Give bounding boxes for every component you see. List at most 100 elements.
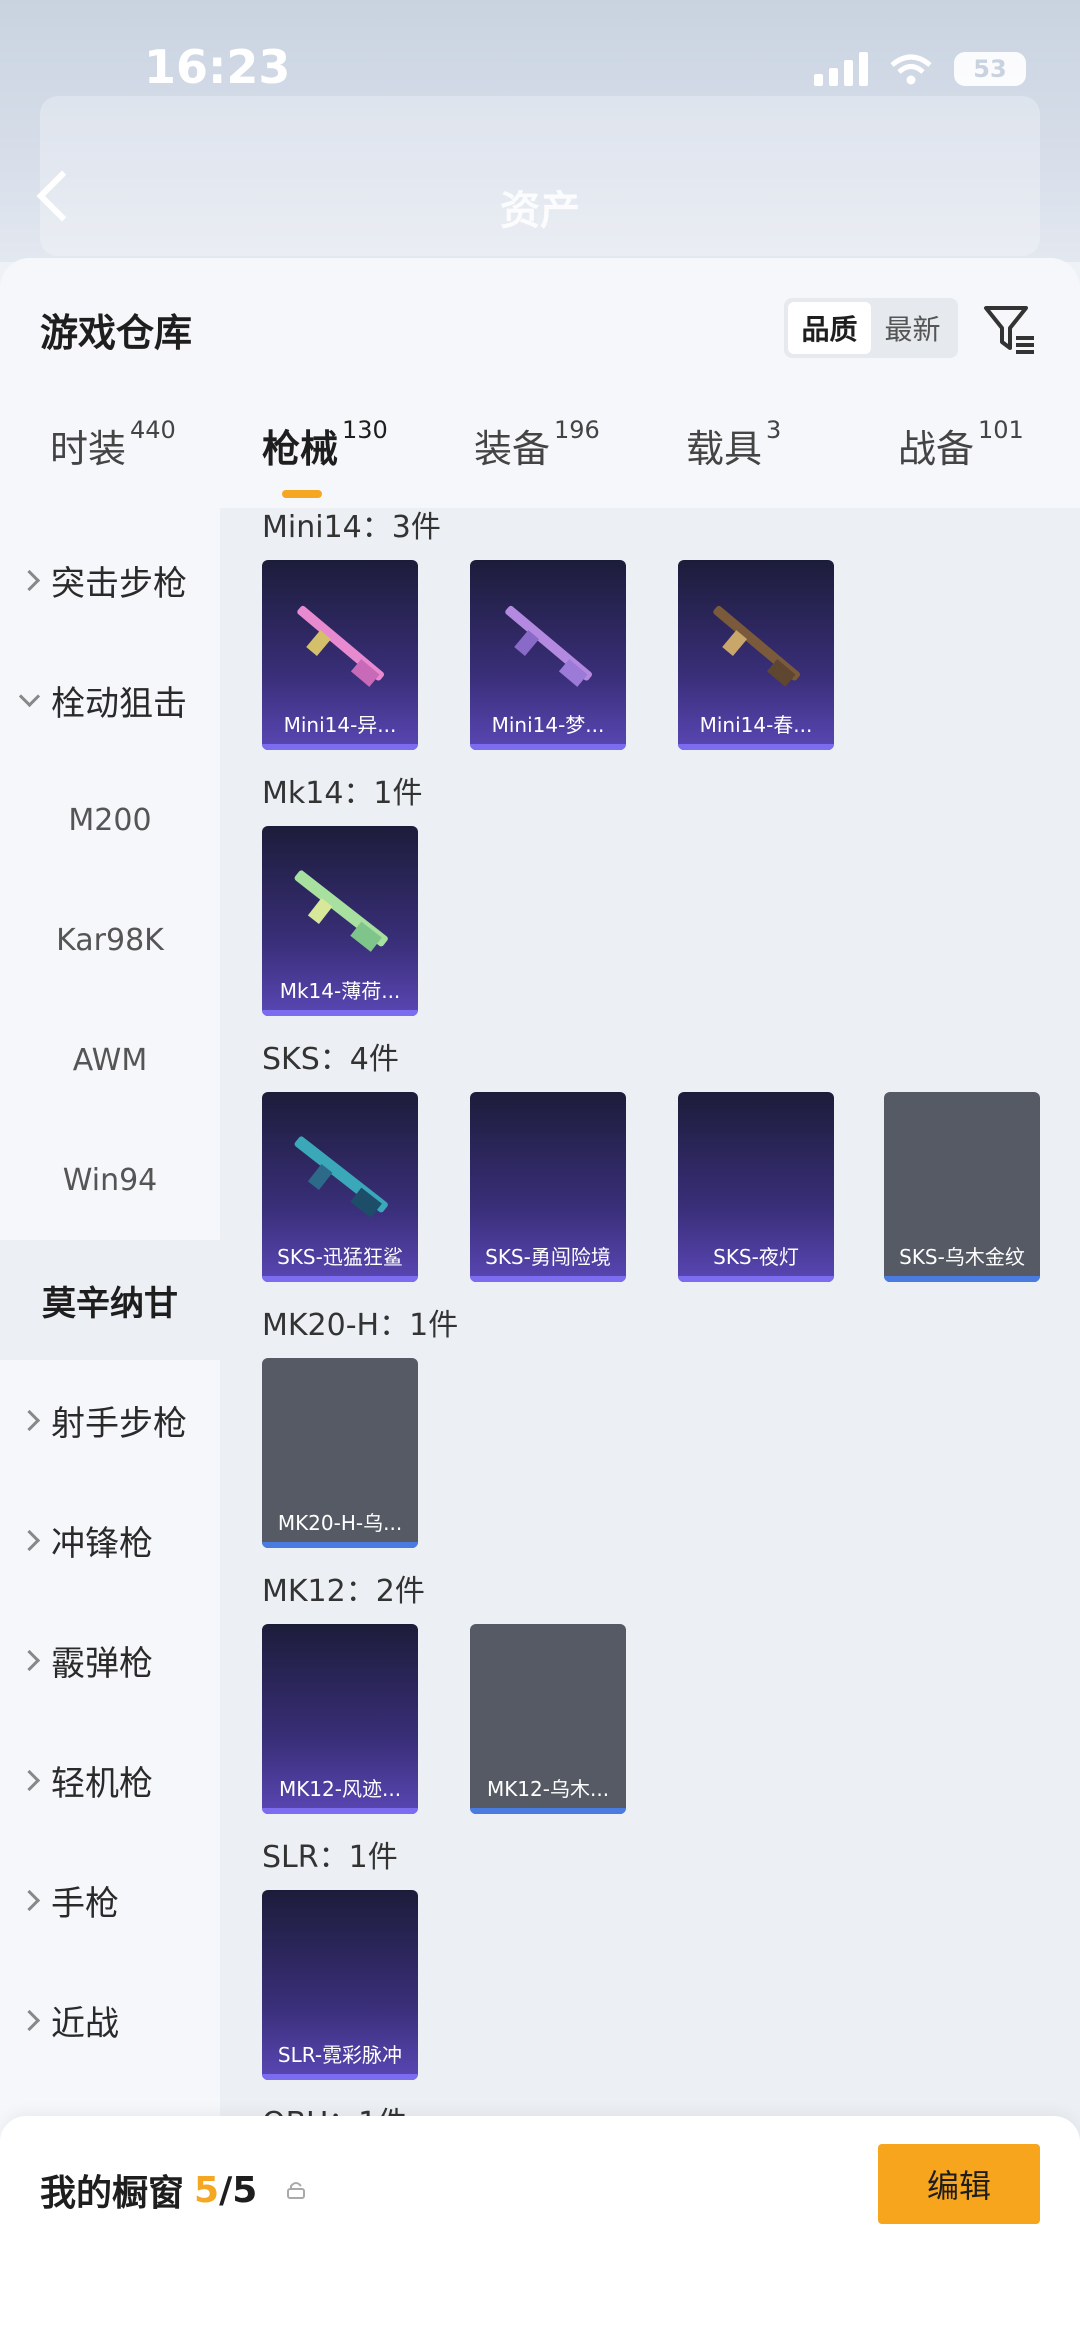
skin-card[interactable]: Mini14-梦... xyxy=(470,560,626,750)
skin-card[interactable]: MK12-风迹... xyxy=(262,1624,418,1814)
tab-vehicles[interactable]: 载具 3 xyxy=(686,416,782,508)
skin-name: SKS-勇闯险境 xyxy=(485,1245,611,1269)
sidebar-item-label: AWM xyxy=(72,1042,148,1078)
sidebar-item-bolt-sniper[interactable]: 栓动狙击 xyxy=(0,640,220,760)
sidebar-item-label: 冲锋枪 xyxy=(51,1523,153,1564)
skin-name: MK12-风迹... xyxy=(278,1777,402,1801)
showcase-current: 5 xyxy=(194,2169,220,2211)
skin-card[interactable]: MK20-H-乌... xyxy=(262,1358,418,1548)
page-title: 资产 xyxy=(500,188,580,234)
sidebar-subitem-mosin[interactable]: 莫辛纳甘 xyxy=(0,1240,220,1360)
sidebar-item-label: 射手步枪 xyxy=(51,1403,187,1444)
skin-card[interactable]: Mini14-春... xyxy=(678,560,834,750)
skin-card[interactable]: MK12-乌木... xyxy=(470,1624,626,1814)
skin-name: SLR-霓彩脉冲 xyxy=(277,2043,403,2067)
showcase-total: /5 xyxy=(219,2169,258,2211)
sort-segment: 品质 最新 xyxy=(784,298,958,358)
sheet-header: 游戏仓库 品质 最新 时装 440 枪械 130 装备 196 载具 3 战备 … xyxy=(0,258,1080,508)
sidebar-item-label: 莫辛纳甘 xyxy=(42,1283,178,1324)
sidebar-item-assault-rifle[interactable]: 突击步枪 xyxy=(0,520,220,640)
skin-name: SKS-夜灯 xyxy=(713,1245,799,1269)
tab-label: 战备 xyxy=(898,427,975,471)
skin-name: Mk14-薄荷... xyxy=(279,979,401,1003)
group-label: Mk14：1件 xyxy=(262,776,423,811)
skin-name: MK12-乌木... xyxy=(486,1777,610,1801)
chevron-right-icon xyxy=(18,1889,41,1911)
sidebar-subitem-win94[interactable]: Win94 xyxy=(0,1120,220,1240)
category-tabs: 时装 440 枪械 130 装备 196 载具 3 战备 101 xyxy=(0,416,1080,508)
skin-card[interactable]: SKS-乌木金纹 xyxy=(884,1092,1040,1282)
sidebar-item-label: 突击步枪 xyxy=(51,563,187,604)
warehouse-sheet: 游戏仓库 品质 最新 时装 440 枪械 130 装备 196 载具 3 战备 … xyxy=(0,258,1080,2341)
lock-icon xyxy=(287,2182,306,2199)
weapon-type-sidebar: 突击步枪 栓动狙击 M200 Kar98K AWM Win94 莫辛纳甘 射手步… xyxy=(0,508,220,2341)
sidebar-item-melee[interactable]: 近战 xyxy=(0,1960,220,2080)
status-icons: 53 xyxy=(814,52,1026,86)
sidebar-item-label: 近战 xyxy=(51,2003,119,2044)
skin-name: Mini14-梦... xyxy=(491,713,605,737)
sidebar-item-smg[interactable]: 冲锋枪 xyxy=(0,1480,220,1600)
sidebar-subitem-kar98k[interactable]: Kar98K xyxy=(0,880,220,1000)
sidebar-item-label: 手枪 xyxy=(51,1883,119,1924)
group-label: SLR：1件 xyxy=(262,1840,398,1875)
skin-card[interactable]: SLR-霓彩脉冲 xyxy=(262,1890,418,2080)
rifle-icon xyxy=(713,605,800,687)
tab-label: 载具 xyxy=(686,427,763,471)
chevron-down-icon xyxy=(18,685,41,707)
sidebar-subitem-m200[interactable]: M200 xyxy=(0,760,220,880)
active-tab-indicator xyxy=(282,490,322,498)
chevron-right-icon xyxy=(18,1649,41,1671)
sort-latest-button[interactable]: 最新 xyxy=(871,302,954,354)
tab-count: 130 xyxy=(342,416,388,444)
skin-list: Mini14：3件 Mini14-异... Mini14-梦... Mini14… xyxy=(220,508,1080,2341)
sidebar-item-pistol[interactable]: 手枪 xyxy=(0,1840,220,1960)
chevron-right-icon xyxy=(18,1769,41,1791)
skin-card[interactable]: SKS-迅猛狂鲨 xyxy=(262,1092,418,1282)
tab-fashion[interactable]: 时装 440 xyxy=(50,416,176,508)
sidebar-item-label: M200 xyxy=(68,802,152,838)
status-time: 16:23 xyxy=(144,40,291,94)
skin-name: Mini14-春... xyxy=(699,713,813,737)
skin-name: SKS-乌木金纹 xyxy=(899,1245,1025,1269)
sidebar-item-label: 轻机枪 xyxy=(51,1763,153,1804)
sheet-title: 游戏仓库 xyxy=(40,311,193,355)
tab-equipment[interactable]: 装备 196 xyxy=(474,416,600,508)
sidebar-item-dmr[interactable]: 射手步枪 xyxy=(0,1360,220,1480)
group-label: SKS：4件 xyxy=(262,1042,399,1077)
skin-name: SKS-迅猛狂鲨 xyxy=(277,1245,403,1269)
sidebar-item-shotgun[interactable]: 霰弹枪 xyxy=(0,1600,220,1720)
sidebar-item-lmg[interactable]: 轻机枪 xyxy=(0,1720,220,1840)
tab-count: 440 xyxy=(130,416,176,444)
sidebar-item-label: Win94 xyxy=(62,1162,158,1198)
skin-card[interactable]: SKS-夜灯 xyxy=(678,1092,834,1282)
showcase-label: 我的橱窗 5 /5 xyxy=(40,2164,307,2216)
rifle-icon xyxy=(294,1136,388,1218)
sidebar-item-label: Kar98K xyxy=(56,922,164,958)
tab-count: 101 xyxy=(978,416,1024,444)
edit-button[interactable]: 编辑 xyxy=(878,2144,1040,2224)
showcase-title: 我的橱窗 xyxy=(40,2173,185,2214)
showcase-bar: 我的橱窗 5 /5 编辑 xyxy=(0,2116,1080,2341)
battery-icon: 53 xyxy=(954,52,1026,86)
tab-count: 3 xyxy=(766,416,782,444)
sidebar-subitem-awm[interactable]: AWM xyxy=(0,1000,220,1120)
rifle-icon xyxy=(294,870,388,952)
tab-count: 196 xyxy=(554,416,600,444)
rifle-icon xyxy=(297,605,384,687)
skin-name: MK20-H-乌... xyxy=(277,1511,403,1535)
skin-card[interactable]: Mk14-薄荷... xyxy=(262,826,418,1016)
filter-icon[interactable] xyxy=(982,302,1038,358)
chevron-right-icon xyxy=(18,1409,41,1431)
skin-name: Mini14-异... xyxy=(283,713,397,737)
sidebar-item-label: 霰弹枪 xyxy=(51,1643,153,1684)
tab-guns[interactable]: 枪械 130 xyxy=(262,416,388,508)
sort-quality-button[interactable]: 品质 xyxy=(788,302,871,354)
top-header: 16:23 53 资产 xyxy=(0,0,1080,262)
sidebar-item-label: 栓动狙击 xyxy=(51,683,187,724)
tab-label: 枪械 xyxy=(262,427,339,471)
group-label: Mini14：3件 xyxy=(262,510,441,545)
tab-supplies[interactable]: 战备 101 xyxy=(898,416,1024,508)
skin-card[interactable]: SKS-勇闯险境 xyxy=(470,1092,626,1282)
skin-card[interactable]: Mini14-异... xyxy=(262,560,418,750)
tab-label: 装备 xyxy=(474,427,551,471)
